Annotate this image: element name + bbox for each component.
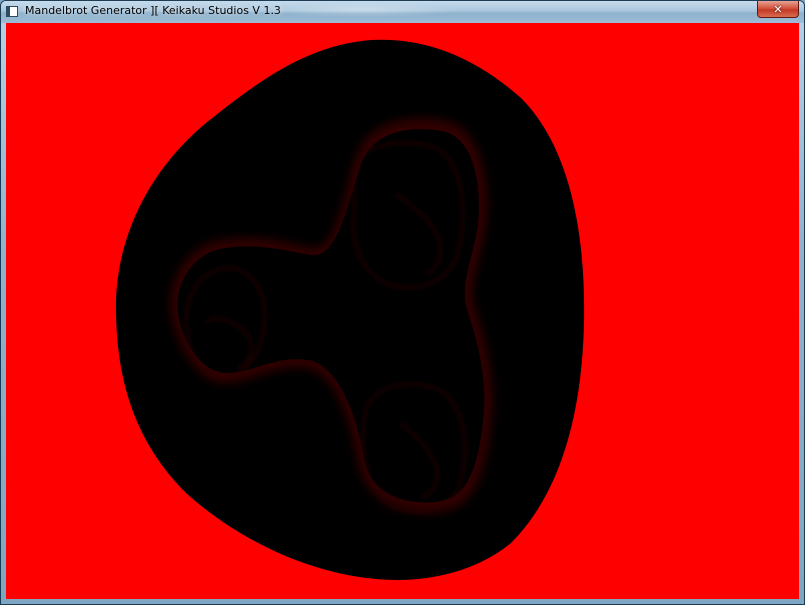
title-bar[interactable]: Mandelbrot Generator ][ Keikaku Studios … xyxy=(1,1,804,23)
close-x-icon: ✕ xyxy=(773,2,783,16)
window-title: Mandelbrot Generator ][ Keikaku Studios … xyxy=(25,4,281,17)
fractal-render xyxy=(115,39,585,581)
window-app-icon[interactable] xyxy=(6,6,18,17)
app-window: Mandelbrot Generator ][ Keikaku Studios … xyxy=(0,0,805,605)
fractal-canvas[interactable] xyxy=(6,23,799,599)
close-button[interactable]: ✕ xyxy=(757,1,799,18)
